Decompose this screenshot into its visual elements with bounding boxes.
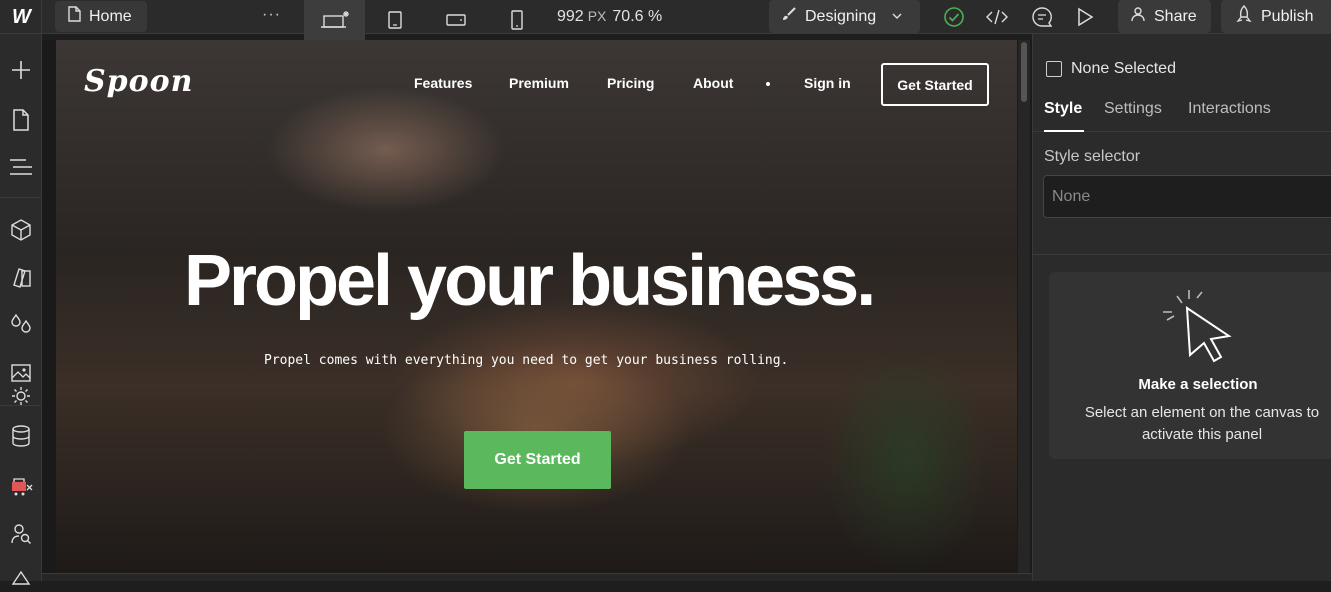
users-search-icon[interactable]	[7, 520, 35, 548]
user-icon	[1130, 6, 1146, 27]
nav-get-started-button[interactable]: Get Started	[881, 63, 989, 106]
logic-flow-icon[interactable]	[7, 564, 35, 592]
panel-tabs: Style Settings Interactions	[1033, 96, 1331, 132]
share-button[interactable]: Share	[1118, 0, 1211, 33]
chevron-down-icon	[892, 8, 902, 26]
canvas-width-readout[interactable]: 992 PX 70.6 %	[557, 8, 662, 26]
checkbox-icon[interactable]	[1046, 61, 1062, 77]
active-tab-underline	[1044, 130, 1084, 132]
left-toolbar	[0, 34, 42, 585]
publish-button[interactable]: Publish	[1221, 0, 1331, 33]
tab-interactions[interactable]: Interactions	[1188, 100, 1271, 118]
width-unit: PX	[587, 8, 607, 24]
mobile-landscape-breakpoint-icon[interactable]	[441, 0, 471, 40]
page-selector-button[interactable]: Home	[55, 1, 147, 32]
brush-icon	[781, 6, 797, 27]
hero-subtitle: Propel comes with everything you need to…	[264, 353, 789, 368]
navigator-icon[interactable]	[7, 153, 35, 181]
nav-separator-dot	[766, 82, 770, 86]
style-panel: None Selected Style Settings Interaction…	[1032, 34, 1331, 581]
nav-link-premium[interactable]: Premium	[509, 75, 569, 91]
style-selector-input[interactable]: None	[1043, 175, 1331, 218]
tab-settings[interactable]: Settings	[1104, 100, 1162, 118]
ecommerce-cart-icon[interactable]	[7, 472, 35, 500]
webflow-logo-mark: W	[12, 5, 31, 28]
style-selector-label: Style selector	[1044, 148, 1141, 165]
variables-drops-icon[interactable]	[7, 310, 35, 338]
cms-database-icon[interactable]	[7, 422, 35, 450]
nav-link-about[interactable]: About	[693, 75, 733, 91]
nav-link-pricing[interactable]: Pricing	[607, 75, 654, 91]
mobile-portrait-breakpoint-icon[interactable]	[502, 0, 532, 40]
share-label: Share	[1154, 7, 1197, 25]
toolbar-divider	[0, 197, 42, 198]
toolbar-divider	[0, 405, 42, 406]
empty-state-text: Select an element on the canvas to activ…	[1084, 404, 1320, 443]
designer-toolbar: W Home ··· 992 PX 70.6 % Designing Share…	[0, 0, 1331, 40]
publish-label: Publish	[1261, 7, 1314, 25]
cursor-click-icon	[1159, 286, 1239, 371]
desktop-breakpoint-icon[interactable]	[304, 0, 365, 40]
empty-state-title: Make a selection	[1138, 376, 1258, 393]
site-preview[interactable]: Spoon Features Premium Pricing About Sig…	[56, 40, 1017, 573]
check-status-icon[interactable]	[942, 5, 966, 29]
components-cube-icon[interactable]	[7, 216, 35, 244]
comments-icon[interactable]	[1030, 5, 1054, 29]
preview-play-icon[interactable]	[1073, 5, 1097, 29]
hero-get-started-button[interactable]: Get Started	[464, 431, 611, 489]
mode-label: Designing	[805, 7, 877, 25]
canvas-vertical-scrollbar[interactable]	[1018, 40, 1030, 573]
style-manager-icon[interactable]	[7, 263, 35, 291]
site-logo[interactable]: Spoon	[84, 64, 193, 99]
rocket-icon	[1235, 5, 1253, 28]
zoom-level: 70.6 %	[612, 8, 663, 25]
page-name: Home	[89, 7, 132, 25]
mode-dropdown[interactable]: Designing	[769, 0, 920, 33]
panel-divider	[1033, 254, 1331, 255]
canvas-horizontal-scrollbar[interactable]	[42, 573, 1032, 581]
tab-style[interactable]: Style	[1044, 100, 1082, 118]
hero-title: Propel your business.	[184, 241, 876, 321]
more-options-icon[interactable]: ···	[262, 6, 281, 24]
nav-link-sign-in[interactable]: Sign in	[804, 75, 851, 91]
design-canvas[interactable]: Spoon Features Premium Pricing About Sig…	[42, 40, 1032, 581]
scrollbar-thumb[interactable]	[1021, 42, 1027, 102]
code-icon[interactable]	[985, 5, 1009, 29]
width-value: 992	[557, 8, 584, 25]
selection-label: None Selected	[1071, 60, 1176, 77]
pages-icon[interactable]	[7, 106, 35, 134]
page-icon	[67, 6, 81, 27]
empty-state-card: Make a selection Select an element on th…	[1049, 272, 1331, 459]
webflow-logo[interactable]: W	[0, 0, 42, 34]
tablet-breakpoint-icon[interactable]	[380, 0, 410, 40]
nav-link-features[interactable]: Features	[414, 75, 472, 91]
selection-indicator[interactable]: None Selected	[1046, 60, 1176, 78]
add-elements-icon[interactable]	[7, 56, 35, 84]
